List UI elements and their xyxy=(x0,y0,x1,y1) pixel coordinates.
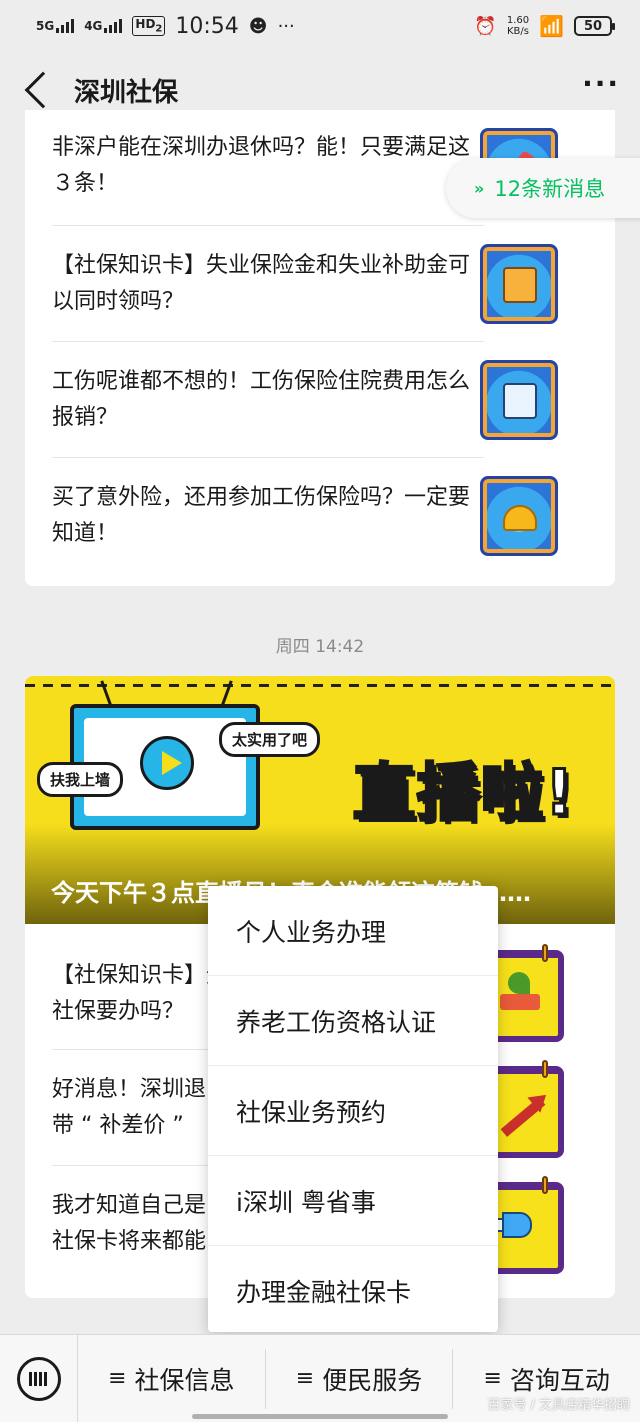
signal-5g-label: 5G xyxy=(36,19,55,33)
signal-bars-icon xyxy=(104,19,123,33)
list-item[interactable]: 买了意外险，还用参加工伤保险吗？一定要知道！ xyxy=(52,458,588,574)
hd-badge: HD2 xyxy=(132,16,166,36)
battery-level: 50 xyxy=(583,18,603,34)
menu-lines-icon: ≡ xyxy=(295,1366,315,1391)
signal-4g-label: 4G xyxy=(84,19,103,33)
new-messages-label: 12条新消息 xyxy=(494,177,606,201)
net-speed-unit: KB/s xyxy=(506,26,529,37)
signal-5g: 5G xyxy=(36,19,75,33)
menu-tab-label: 社保信息 xyxy=(134,1365,235,1395)
banner-headline: 直播啦! xyxy=(351,755,576,831)
keyboard-toggle-button[interactable] xyxy=(0,1334,78,1422)
status-bar: 5G 4G HD2 10:54 ☻ ··· ⏰ 1.60 KB/s 📶 50 xyxy=(0,0,640,52)
menu-item-qualification-cert[interactable]: 养老工伤资格认证 xyxy=(208,976,498,1066)
menu-item-appointment[interactable]: 社保业务预约 xyxy=(208,1066,498,1156)
list-item[interactable]: 【社保知识卡】失业保险金和失业补助金可以同时领吗？ xyxy=(52,226,588,342)
article-title: 非深户能在深圳办退休吗？能！只要满足这３条！ xyxy=(52,135,471,196)
menu-tab-label: 便民服务 xyxy=(322,1365,423,1395)
banner-dashes xyxy=(25,684,615,687)
hd-label: HD xyxy=(135,17,156,32)
form-icon xyxy=(480,360,558,440)
book-icon xyxy=(480,244,558,324)
menu-tab-services[interactable]: ≡ 便民服务 xyxy=(266,1348,454,1409)
double-chevron-up-icon: » xyxy=(474,178,485,198)
hd-sub: 2 xyxy=(155,23,163,35)
status-right: ⏰ 1.60 KB/s 📶 50 xyxy=(474,14,615,38)
battery-icon: 50 xyxy=(574,16,615,36)
chevron-left-icon[interactable] xyxy=(24,71,62,109)
page-title: 深圳社保 xyxy=(74,77,179,108)
list-item[interactable]: 工伤呢谁都不想的！工伤保险住院费用怎么报销？ xyxy=(52,342,588,458)
message-timestamp: 周四 14:42 xyxy=(275,637,365,657)
article-title: 【社保知识卡】失业保险金和失业补助金可以同时领吗？ xyxy=(52,253,471,314)
article-title: 买了意外险，还用参加工伤保险吗？一定要知道！ xyxy=(52,485,471,546)
menu-item-personal-business[interactable]: 个人业务办理 xyxy=(208,886,498,976)
play-icon xyxy=(140,736,194,790)
menu-lines-icon: ≡ xyxy=(108,1366,127,1391)
status-left: 5G 4G HD2 10:54 ☻ ··· xyxy=(36,14,295,39)
service-popup-menu: 个人业务办理 养老工伤资格认证 社保业务预约 i深圳 粤省事 办理金融社保卡 xyxy=(208,886,498,1332)
article-title: 工伤呢谁都不想的！工伤保险住院费用怎么报销？ xyxy=(52,369,471,430)
new-messages-pill[interactable]: » 12条新消息 xyxy=(446,158,640,218)
menu-tab-info[interactable]: ≡ 社保信息 xyxy=(78,1348,266,1409)
banner-tag-right: 太实用了吧 xyxy=(219,722,321,757)
wifi-icon: 📶 xyxy=(539,14,564,38)
signal-4g: 4G xyxy=(84,19,123,33)
banner-tag-left: 扶我上墙 xyxy=(37,762,124,797)
signal-bars-icon xyxy=(56,19,75,33)
keyboard-icon xyxy=(16,1356,61,1401)
menu-lines-icon: ≡ xyxy=(483,1366,502,1391)
home-indicator[interactable] xyxy=(192,1414,448,1419)
hardhat-icon xyxy=(480,476,558,556)
status-time: 10:54 xyxy=(175,13,239,39)
menu-item-finance-card[interactable]: 办理金融社保卡 xyxy=(208,1246,498,1336)
alarm-icon: ⏰ xyxy=(474,15,497,37)
menu-item-ishenzhen[interactable]: i深圳 粤省事 xyxy=(208,1156,498,1246)
app-notification-icon: ☻ xyxy=(248,15,268,37)
net-speed-value: 1.60 xyxy=(506,15,530,26)
watermark: 百家号 / 文具店精华招聘 xyxy=(487,1398,630,1413)
net-speed: 1.60 KB/s xyxy=(507,15,529,37)
more-dots-icon[interactable]: ··· xyxy=(582,70,620,101)
menu-tab-label: 咨询互动 xyxy=(509,1365,610,1395)
more-notifications-icon: ··· xyxy=(277,15,295,37)
